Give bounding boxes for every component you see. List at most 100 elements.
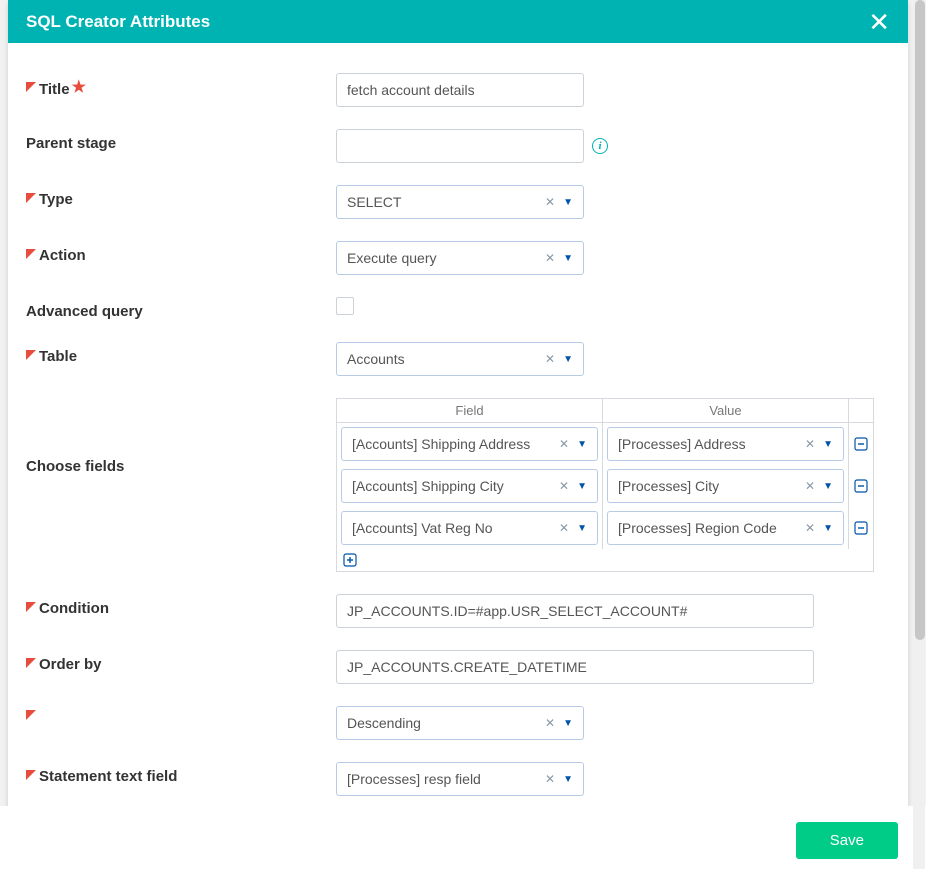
row-advanced-query: Advanced query — [18, 297, 898, 320]
field-select[interactable]: [Accounts] Shipping City ✕ ▼ — [341, 469, 598, 503]
action-select-value: Execute query — [347, 250, 539, 266]
add-row-button[interactable] — [337, 549, 873, 571]
modal-footer: Save — [0, 806, 926, 869]
label-order-by-text: Order by — [39, 656, 102, 673]
action-select[interactable]: Execute query ✕ ▼ — [336, 241, 584, 275]
row-parent-stage: Parent stage i — [18, 129, 898, 163]
fields-table-header: Field Value — [337, 399, 873, 423]
remove-row-icon[interactable] — [854, 521, 868, 535]
row-condition: Condition — [18, 594, 898, 628]
chevron-down-icon[interactable]: ▼ — [575, 481, 589, 492]
row-title: Title ★ — [18, 73, 898, 107]
col-header-field: Field — [337, 399, 603, 423]
label-table-text: Table — [39, 348, 77, 365]
scrollbar-thumb[interactable] — [915, 0, 925, 640]
chevron-down-icon[interactable]: ▼ — [561, 197, 575, 208]
label-title: Title ★ — [18, 73, 336, 99]
order-dir-select-value: Descending — [347, 715, 539, 731]
table-select-value: Accounts — [347, 351, 539, 367]
fields-table: Field Value [Accounts] Shipping Address … — [336, 398, 874, 572]
field-select-value: [Accounts] Shipping City — [352, 478, 553, 494]
chevron-down-icon[interactable]: ▼ — [561, 253, 575, 264]
clear-icon[interactable]: ✕ — [539, 716, 561, 730]
value-select[interactable]: [Processes] Region Code ✕ ▼ — [607, 511, 844, 545]
type-select[interactable]: SELECT ✕ ▼ — [336, 185, 584, 219]
field-select-value: [Accounts] Shipping Address — [352, 436, 553, 452]
label-action: Action — [18, 241, 336, 264]
sql-creator-modal: SQL Creator Attributes ✕ Title ★ Parent … — [8, 0, 908, 832]
row-type: Type SELECT ✕ ▼ — [18, 185, 898, 219]
save-button[interactable]: Save — [796, 822, 898, 859]
row-choose-fields: Choose fields Field Value [Accounts] Shi… — [18, 398, 898, 572]
required-flag-icon — [26, 82, 36, 92]
required-flag-icon — [26, 602, 36, 612]
required-flag-icon — [26, 658, 36, 668]
table-row: [Accounts] Vat Reg No ✕ ▼ [Processes] Re… — [337, 507, 873, 549]
clear-icon[interactable]: ✕ — [539, 195, 561, 209]
required-flag-icon — [26, 193, 36, 203]
chevron-down-icon[interactable]: ▼ — [821, 481, 835, 492]
label-condition: Condition — [18, 594, 336, 617]
field-select[interactable]: [Accounts] Vat Reg No ✕ ▼ — [341, 511, 598, 545]
label-type-text: Type — [39, 191, 73, 208]
clear-icon[interactable]: ✕ — [553, 521, 575, 535]
clear-icon[interactable]: ✕ — [553, 437, 575, 451]
close-button[interactable]: ✕ — [868, 9, 890, 35]
label-table: Table — [18, 342, 336, 365]
advanced-query-checkbox[interactable] — [336, 297, 354, 315]
row-order-dir: Descending ✕ ▼ — [18, 706, 898, 740]
field-select[interactable]: [Accounts] Shipping Address ✕ ▼ — [341, 427, 598, 461]
chevron-down-icon[interactable]: ▼ — [561, 718, 575, 729]
label-order-by: Order by — [18, 650, 336, 673]
clear-icon[interactable]: ✕ — [539, 772, 561, 786]
value-select[interactable]: [Processes] Address ✕ ▼ — [607, 427, 844, 461]
parent-stage-input[interactable] — [336, 129, 584, 163]
clear-icon[interactable]: ✕ — [539, 352, 561, 366]
modal-body: Title ★ Parent stage i Type — [8, 43, 908, 832]
table-row: [Accounts] Shipping Address ✕ ▼ [Process… — [337, 423, 873, 465]
value-select[interactable]: [Processes] City ✕ ▼ — [607, 469, 844, 503]
label-condition-text: Condition — [39, 600, 109, 617]
chevron-down-icon[interactable]: ▼ — [575, 439, 589, 450]
order-by-input[interactable] — [336, 650, 814, 684]
label-title-text: Title — [39, 81, 70, 98]
clear-icon[interactable]: ✕ — [799, 479, 821, 493]
modal-header: SQL Creator Attributes ✕ — [8, 0, 908, 43]
type-select-value: SELECT — [347, 194, 539, 210]
label-choose-fields-text: Choose fields — [26, 458, 124, 475]
row-table: Table Accounts ✕ ▼ — [18, 342, 898, 376]
order-dir-select[interactable]: Descending ✕ ▼ — [336, 706, 584, 740]
label-statement-text-field: Statement text field — [18, 762, 336, 785]
chevron-down-icon[interactable]: ▼ — [821, 439, 835, 450]
statement-text-field-select[interactable]: [Processes] resp field ✕ ▼ — [336, 762, 584, 796]
required-flag-icon — [26, 249, 36, 259]
value-select-value: [Processes] City — [618, 478, 799, 494]
remove-row-icon[interactable] — [854, 479, 868, 493]
label-parent-stage: Parent stage — [18, 129, 336, 152]
remove-row-icon[interactable] — [854, 437, 868, 451]
clear-icon[interactable]: ✕ — [539, 251, 561, 265]
chevron-down-icon[interactable]: ▼ — [575, 523, 589, 534]
title-input[interactable] — [336, 73, 584, 107]
clear-icon[interactable]: ✕ — [553, 479, 575, 493]
info-icon[interactable]: i — [592, 138, 608, 154]
col-header-value: Value — [603, 399, 849, 423]
value-select-value: [Processes] Region Code — [618, 520, 799, 536]
chevron-down-icon[interactable]: ▼ — [561, 354, 575, 365]
label-order-dir — [18, 706, 336, 722]
clear-icon[interactable]: ✕ — [799, 521, 821, 535]
row-order-by: Order by — [18, 650, 898, 684]
required-flag-icon — [26, 350, 36, 360]
required-flag-icon — [26, 770, 36, 780]
label-parent-stage-text: Parent stage — [26, 135, 116, 152]
table-row: [Accounts] Shipping City ✕ ▼ [Processes]… — [337, 465, 873, 507]
chevron-down-icon[interactable]: ▼ — [561, 774, 575, 785]
label-action-text: Action — [39, 247, 86, 264]
clear-icon[interactable]: ✕ — [799, 437, 821, 451]
col-header-actions — [849, 399, 873, 423]
chevron-down-icon[interactable]: ▼ — [821, 523, 835, 534]
condition-input[interactable] — [336, 594, 814, 628]
value-select-value: [Processes] Address — [618, 436, 799, 452]
field-select-value: [Accounts] Vat Reg No — [352, 520, 553, 536]
table-select[interactable]: Accounts ✕ ▼ — [336, 342, 584, 376]
